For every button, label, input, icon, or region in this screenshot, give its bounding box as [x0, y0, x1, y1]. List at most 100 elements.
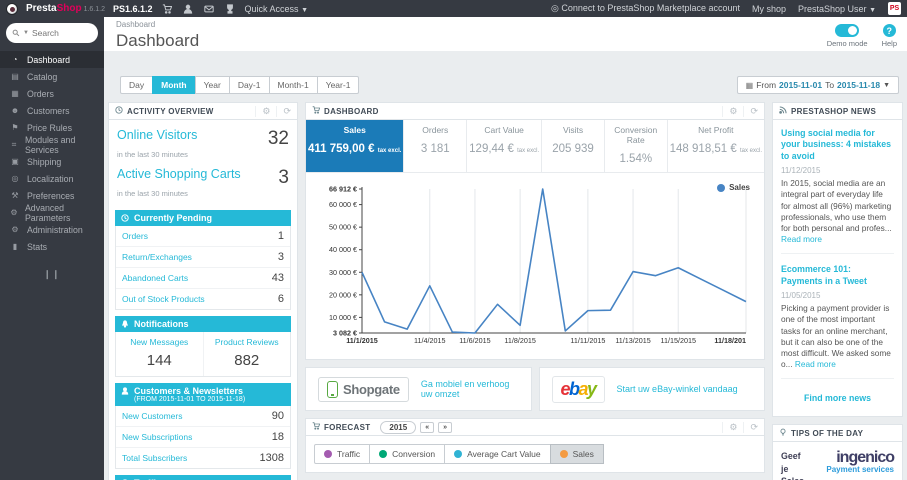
forecast-year-badge: 2015: [380, 420, 417, 434]
sidebar-item-dashboard[interactable]: ◔ Dashboard: [0, 51, 104, 68]
dashboard-panel: DASHBOARD ⚙ ⟳ Sales 411 759,00 € tax excl…: [305, 102, 765, 360]
read-more-link[interactable]: Read more: [795, 359, 836, 369]
cart-icon[interactable]: [161, 3, 174, 14]
find-more-news-link[interactable]: Find more news: [804, 393, 871, 403]
trophy-icon[interactable]: [224, 3, 237, 14]
currently-pending-header: Currently Pending: [115, 210, 291, 226]
sidebar-item-label: Customers: [27, 105, 70, 116]
panel-title: PRESTASHOP NEWS: [791, 106, 877, 116]
chart-legend[interactable]: Sales: [717, 183, 750, 192]
news-article-title[interactable]: Ecommerce 101: Payments in a Tweet: [781, 264, 894, 287]
notification-link[interactable]: New Messages: [118, 337, 201, 347]
sidebar-item-label: Dashboard: [27, 54, 71, 65]
sidebar-item-label: Catalog: [27, 71, 58, 82]
sidebar-item-label: Modules and Services: [24, 134, 76, 155]
read-more-link[interactable]: Read more: [781, 234, 822, 244]
search-input[interactable]: [31, 28, 84, 38]
shop-name-link[interactable]: PS1.6.1.2: [113, 4, 153, 14]
gear-icon: ⚙: [11, 225, 19, 234]
customers-link[interactable]: New Customers: [122, 411, 182, 421]
forecast-toggle-average-cart-value[interactable]: Average Cart Value: [444, 444, 551, 464]
marketplace-link[interactable]: ◎ Connect to PrestaShop Marketplace acco…: [551, 3, 740, 14]
sidebar-item-catalog[interactable]: ▤ Catalog: [0, 68, 104, 85]
tab-month[interactable]: Month: [152, 76, 196, 94]
sidebar-item-administration[interactable]: ⚙ Administration: [0, 221, 104, 238]
tab-day-1[interactable]: Day-1: [228, 76, 270, 94]
sales-dot: [559, 450, 568, 458]
help-icon[interactable]: ?: [882, 24, 896, 37]
forecast-toggle-sales[interactable]: Sales: [549, 444, 604, 464]
panel-settings-icon[interactable]: ⚙: [722, 105, 737, 117]
messages-icon[interactable]: [203, 3, 216, 14]
pending-link[interactable]: Out of Stock Products: [122, 294, 205, 304]
pending-link[interactable]: Orders: [122, 231, 148, 241]
collapse-menu-icon[interactable]: ❙❙: [0, 269, 104, 280]
panel-refresh-icon[interactable]: ⟳: [743, 421, 758, 433]
lightbulb-icon: [779, 428, 787, 439]
pending-link[interactable]: Return/Exchanges: [122, 252, 192, 262]
conversion-dot: [379, 450, 388, 458]
shopgate-link[interactable]: Ga mobiel en verhoog uw omzet: [421, 379, 519, 399]
kpi-orders[interactable]: Orders 3 181: [404, 120, 468, 172]
pending-link[interactable]: Abandoned Carts: [122, 273, 188, 283]
tab-year-1[interactable]: Year-1: [316, 76, 360, 94]
previous-year-button[interactable]: «: [420, 421, 435, 433]
sidebar-item-orders[interactable]: ▦ Orders: [0, 85, 104, 102]
panel-refresh-icon[interactable]: ⟳: [743, 105, 758, 117]
news-article: Ecommerce 101: Payments in a Tweet 11/05…: [781, 264, 894, 380]
panel-refresh-icon[interactable]: ⟳: [276, 105, 291, 117]
forecast-toggle-traffic[interactable]: Traffic: [314, 444, 371, 464]
kpi-net-profit[interactable]: Net Profit 148 918,51 € tax excl.: [668, 120, 764, 172]
user-avatar[interactable]: PS: [888, 2, 901, 15]
activity-overview-panel: ACTIVITY OVERVIEW ⚙ ⟳ Online Visitors 32 …: [108, 102, 298, 480]
customers-link[interactable]: Total Subscribers: [122, 453, 187, 463]
prestashop-logo: [6, 2, 18, 15]
user-menu[interactable]: PrestaShop User ▼: [798, 4, 876, 14]
tab-year[interactable]: Year: [194, 76, 230, 94]
notification-link[interactable]: Product Reviews: [206, 337, 289, 347]
quick-access-menu[interactable]: Quick Access ▼: [245, 4, 308, 14]
active-carts-link[interactable]: Active Shopping Carts: [117, 167, 241, 181]
online-visitors-link[interactable]: Online Visitors: [117, 128, 197, 142]
sidebar-item-advanced-parameters[interactable]: ⚙ Advanced Parameters: [0, 203, 104, 223]
sidebar-item-price-rules[interactable]: ⚑ Price Rules: [0, 119, 104, 136]
svg-text:11/6/2015: 11/6/2015: [459, 336, 490, 345]
sidebar-search[interactable]: ▼: [6, 23, 98, 43]
customers-link[interactable]: New Subscriptions: [122, 432, 192, 442]
sidebar-item-label: Price Rules: [27, 122, 72, 133]
next-year-button[interactable]: »: [438, 421, 453, 433]
kpi-cart-value[interactable]: Cart Value 129,44 € tax excl.: [467, 120, 543, 172]
sidebar-item-customers[interactable]: ☻ Customers: [0, 102, 104, 119]
sidebar-item-localization[interactable]: ◎ Localization: [0, 170, 104, 187]
sidebar-item-stats[interactable]: ▮ Stats: [0, 238, 104, 255]
search-scope-caret[interactable]: ▼: [23, 30, 29, 36]
customers-newsletters-header: Customers & Newsletters (FROM 2015-11-01 …: [115, 383, 291, 406]
customers-icon[interactable]: [182, 3, 195, 14]
svg-text:11/8/2015: 11/8/2015: [504, 336, 535, 345]
tab-month-1[interactable]: Month-1: [268, 76, 318, 94]
kpi-visits[interactable]: Visits 205 939: [542, 120, 605, 172]
sidebar-item-preferences[interactable]: ⚒ Preferences: [0, 187, 104, 204]
sidebar-item-label: Localization: [27, 173, 74, 184]
ebay-link[interactable]: Start uw eBay-winkel vandaag: [617, 384, 738, 394]
kpi-conversion-rate[interactable]: Conversion Rate 1.54%: [605, 120, 668, 172]
breadcrumb[interactable]: Dashboard: [116, 20, 199, 29]
tab-day[interactable]: Day: [120, 76, 154, 94]
kpi-sales[interactable]: Sales 411 759,00 € tax excl.: [306, 120, 405, 172]
average-cart-value-dot: [454, 450, 463, 458]
demo-mode-toggle[interactable]: [835, 24, 860, 37]
news-article-title[interactable]: Using social media for your business: 4 …: [781, 128, 894, 162]
forecast-toggle-conversion[interactable]: Conversion: [369, 444, 446, 464]
shopgate-banner[interactable]: Shopgate Ga mobiel en verhoog uw omzet: [305, 367, 532, 411]
news-article-excerpt: Picking a payment provider is one of the…: [781, 303, 891, 370]
ebay-banner[interactable]: ebay Start uw eBay-winkel vandaag: [538, 367, 765, 411]
panel-settings-icon[interactable]: ⚙: [255, 105, 270, 117]
panel-title: TIPS OF THE DAY: [791, 428, 864, 438]
date-range-picker[interactable]: ▦ From 2015-11-01 To 2015-11-18 ▼: [736, 76, 899, 94]
my-shop-link[interactable]: My shop: [752, 4, 786, 14]
forecast-legend: Traffic Conversion Average Cart Value Sa…: [306, 436, 764, 472]
demo-mode-label: Demo mode: [826, 39, 868, 48]
sidebar-item-modules[interactable]: ⌗ Modules and Services: [0, 134, 104, 155]
panel-settings-icon[interactable]: ⚙: [722, 421, 737, 433]
sidebar-item-shipping[interactable]: ▣ Shipping: [0, 153, 104, 170]
